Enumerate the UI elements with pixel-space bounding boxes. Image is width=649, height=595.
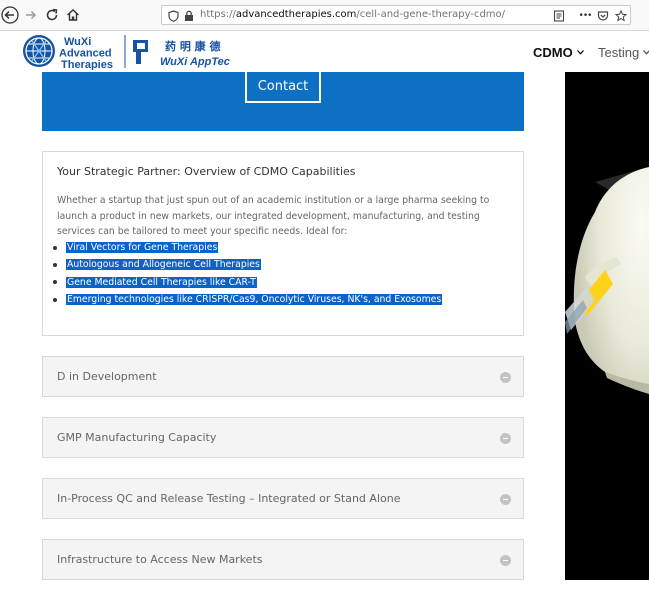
- nav-cdmo-label: CDMO: [533, 45, 573, 60]
- lock-icon[interactable]: [182, 9, 196, 23]
- collapse-toggle-icon[interactable]: [500, 372, 511, 383]
- reload-icon[interactable]: [42, 5, 62, 25]
- list-item: Gene Mediated Cell Therapies like CAR-T: [53, 274, 442, 291]
- accordion-title: D in Development: [57, 370, 157, 383]
- contact-button[interactable]: Contact: [245, 72, 321, 103]
- url-text[interactable]: https://advancedtherapies.com/cell-and-g…: [200, 9, 505, 20]
- bullet-icon: [53, 297, 57, 302]
- bookmark-star-icon[interactable]: [614, 9, 628, 23]
- logo-text-wuxi: WuXi: [64, 36, 91, 48]
- list-item-text: Emerging technologies like CRISPR/Cas9, …: [66, 294, 443, 306]
- pocket-icon[interactable]: [596, 9, 610, 23]
- logo-text-advanced: Advanced: [59, 48, 112, 60]
- accordion-title: Infrastructure to Access New Markets: [57, 553, 263, 566]
- url-path: /cell-and-gene-therapy-cdmo/: [356, 9, 506, 20]
- list-item-text: Autologous and Allogeneic Cell Therapies: [66, 259, 261, 271]
- panel-body-text: Whether a startup that just spun out of …: [57, 195, 490, 237]
- accordion-title: GMP Manufacturing Capacity: [57, 431, 217, 444]
- site-header: WuXi Advanced Therapies 药 明 康 德 WuXi App…: [0, 31, 649, 72]
- accordion-development[interactable]: D in Development: [42, 356, 524, 397]
- accordion-infrastructure[interactable]: Infrastructure to Access New Markets: [42, 539, 524, 580]
- accordion-title: In-Process QC and Release Testing – Inte…: [57, 492, 401, 505]
- page-actions-icon[interactable]: •••: [576, 9, 594, 23]
- list-item-text: Viral Vectors for Gene Therapies: [66, 242, 219, 254]
- nav-cdmo[interactable]: CDMO: [533, 43, 584, 60]
- collapse-toggle-icon[interactable]: [500, 433, 511, 444]
- chevron-down-icon: [576, 43, 584, 58]
- list-item: Autologous and Allogeneic Cell Therapies: [53, 256, 442, 273]
- overview-panel: Your Strategic Partner: Overview of CDMO…: [42, 151, 524, 336]
- url-scheme: https://: [200, 9, 236, 20]
- home-icon[interactable]: [63, 5, 83, 25]
- accordion-qc-release-testing[interactable]: In-Process QC and Release Testing – Inte…: [42, 478, 524, 519]
- site-logo[interactable]: WuXi Advanced Therapies 药 明 康 德 WuXi App…: [22, 32, 242, 71]
- shield-icon[interactable]: [166, 9, 180, 23]
- back-icon[interactable]: [0, 5, 20, 25]
- list-item: Emerging technologies like CRISPR/Cas9, …: [53, 291, 443, 308]
- bullet-icon: [53, 262, 57, 267]
- accordion-gmp-manufacturing[interactable]: GMP Manufacturing Capacity: [42, 417, 524, 458]
- reader-view-icon[interactable]: [552, 9, 566, 23]
- capability-list: Viral Vectors for Gene Therapies Autolog…: [53, 239, 443, 308]
- logo-text-therapies: Therapies: [61, 59, 113, 70]
- collapse-toggle-icon[interactable]: [500, 555, 511, 566]
- chevron-down-icon: [643, 43, 649, 58]
- url-bar[interactable]: https://advancedtherapies.com/cell-and-g…: [161, 5, 631, 25]
- lab-photo: [565, 72, 649, 580]
- list-item: Viral Vectors for Gene Therapies: [53, 239, 442, 256]
- logo-text-apptec: WuXi AppTec: [160, 56, 230, 68]
- nav-testing[interactable]: Testing: [598, 43, 649, 60]
- forward-icon[interactable]: [21, 5, 41, 25]
- url-host: advancedtherapies.com: [235, 9, 357, 20]
- panel-title: Your Strategic Partner: Overview of CDMO…: [57, 165, 356, 178]
- bullet-icon: [53, 245, 57, 250]
- nav-testing-label: Testing: [598, 45, 640, 60]
- logo-text-chinese: 药 明 康 德: [165, 39, 221, 53]
- bullet-icon: [53, 280, 57, 285]
- collapse-toggle-icon[interactable]: [500, 494, 511, 505]
- list-item-text: Gene Mediated Cell Therapies like CAR-T: [66, 276, 257, 288]
- browser-toolbar: https://advancedtherapies.com/cell-and-g…: [0, 0, 649, 31]
